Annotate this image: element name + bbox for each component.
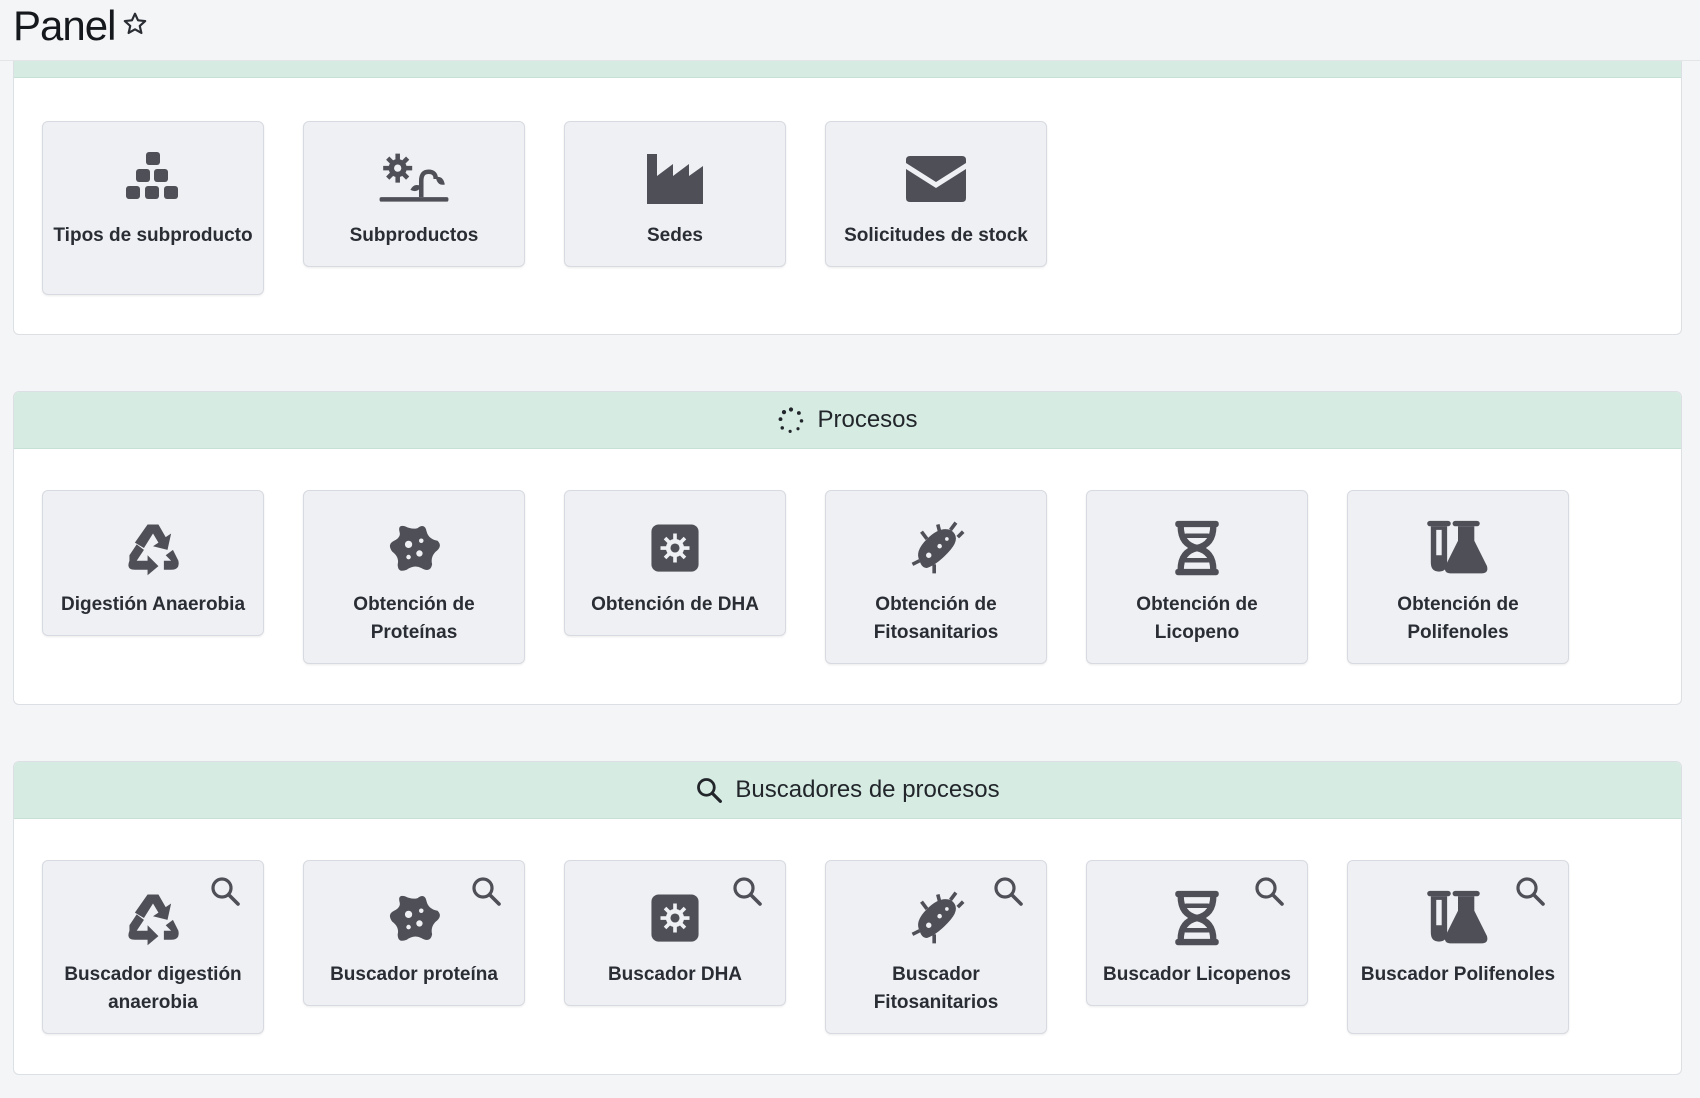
factory-icon xyxy=(643,150,707,208)
bacillus-icon xyxy=(904,519,968,577)
tile-label: Tipos de subproducto xyxy=(53,225,253,246)
recycle-icon xyxy=(121,889,185,947)
section-title: Buscadores de procesos xyxy=(735,776,1000,803)
tile-buscador-dha[interactable]: Buscador DHA xyxy=(564,860,786,1006)
bacillus-icon xyxy=(904,889,968,947)
flask-vial-icon xyxy=(1423,519,1493,577)
page-title: Panel xyxy=(13,2,116,49)
flask-vial-icon xyxy=(1423,889,1493,947)
dna-icon xyxy=(1165,519,1229,577)
tile-subproductos[interactable]: Subproductos xyxy=(303,121,525,267)
tile-obtencion-dha[interactable]: Obtención de DHA xyxy=(564,490,786,636)
dna-icon xyxy=(1165,889,1229,947)
tile-label: Subproductos xyxy=(349,225,479,246)
tile-buscador-fitosanitarios[interactable]: Buscador Fitosanitarios xyxy=(825,860,1047,1034)
tile-obtencion-proteinas[interactable]: Obtención de Proteínas xyxy=(303,490,525,664)
recycle-icon xyxy=(121,519,185,577)
search-icon xyxy=(992,875,1024,907)
search-icon xyxy=(1514,875,1546,907)
search-icon xyxy=(731,875,763,907)
tile-label: Obtención de Licopeno xyxy=(1136,594,1258,643)
search-icon xyxy=(470,875,502,907)
tile-label: Buscador Licopenos xyxy=(1103,964,1291,985)
spinner-icon xyxy=(777,406,805,434)
section-header-buscadores: Buscadores de procesos xyxy=(14,762,1681,819)
tile-obtencion-fitosanitarios[interactable]: Obtención de Fitosanitarios xyxy=(825,490,1047,664)
top-bar: Panel xyxy=(0,0,1700,60)
tile-label: Obtención de Polifenoles xyxy=(1397,594,1519,643)
gear-plant-icon xyxy=(376,150,452,208)
tile-label: Solicitudes de stock xyxy=(844,225,1028,246)
tile-label: Buscador digestión anaerobia xyxy=(64,964,242,1013)
tile-sedes[interactable]: Sedes xyxy=(564,121,786,267)
tile-buscador-digestion[interactable]: Buscador digestión anaerobia xyxy=(42,860,264,1034)
star-icon[interactable] xyxy=(122,11,148,37)
tile-label: Obtención de DHA xyxy=(591,594,759,615)
tile-obtencion-polifenoles[interactable]: Obtención de Polifenoles xyxy=(1347,490,1569,664)
search-icon xyxy=(695,776,723,804)
section-subproductos: Tipos de subproducto Subproductos Sedes … xyxy=(13,48,1682,335)
virus-box-icon xyxy=(643,519,707,577)
tile-label: Digestión Anaerobia xyxy=(60,594,246,615)
tile-solicitudes-stock[interactable]: Solicitudes de stock xyxy=(825,121,1047,267)
tile-buscador-polifenoles[interactable]: Buscador Polifenoles xyxy=(1347,860,1569,1034)
tile-label: Buscador Polifenoles xyxy=(1360,964,1556,985)
tile-label: Buscador Fitosanitarios xyxy=(873,964,999,1013)
tile-label: Sedes xyxy=(647,225,703,246)
tile-buscador-proteina[interactable]: Buscador proteína xyxy=(303,860,525,1006)
section-buscadores: Buscadores de procesos Buscador digestió… xyxy=(13,761,1682,1075)
section-procesos: Procesos Digestión Anaerobia Obtención d… xyxy=(13,391,1682,705)
tile-obtencion-licopeno[interactable]: Obtención de Licopeno xyxy=(1086,490,1308,664)
search-icon xyxy=(209,875,241,907)
tile-tipos-subproducto[interactable]: Tipos de subproducto xyxy=(42,121,264,295)
tile-label: Obtención de Proteínas xyxy=(353,594,475,643)
section-header-procesos: Procesos xyxy=(14,392,1681,449)
tile-buscador-licopenos[interactable]: Buscador Licopenos xyxy=(1086,860,1308,1006)
search-icon xyxy=(1253,875,1285,907)
tile-label: Obtención de Fitosanitarios xyxy=(873,594,999,643)
tile-label: Buscador proteína xyxy=(330,964,498,985)
section-title: Procesos xyxy=(817,406,918,433)
tile-label: Buscador DHA xyxy=(607,964,743,985)
bacterium-icon xyxy=(382,519,446,577)
envelope-icon xyxy=(904,150,968,208)
cubes-icon xyxy=(121,150,185,208)
bacterium-icon xyxy=(382,889,446,947)
tile-digestion-anaerobia[interactable]: Digestión Anaerobia xyxy=(42,490,264,636)
virus-box-icon xyxy=(643,889,707,947)
